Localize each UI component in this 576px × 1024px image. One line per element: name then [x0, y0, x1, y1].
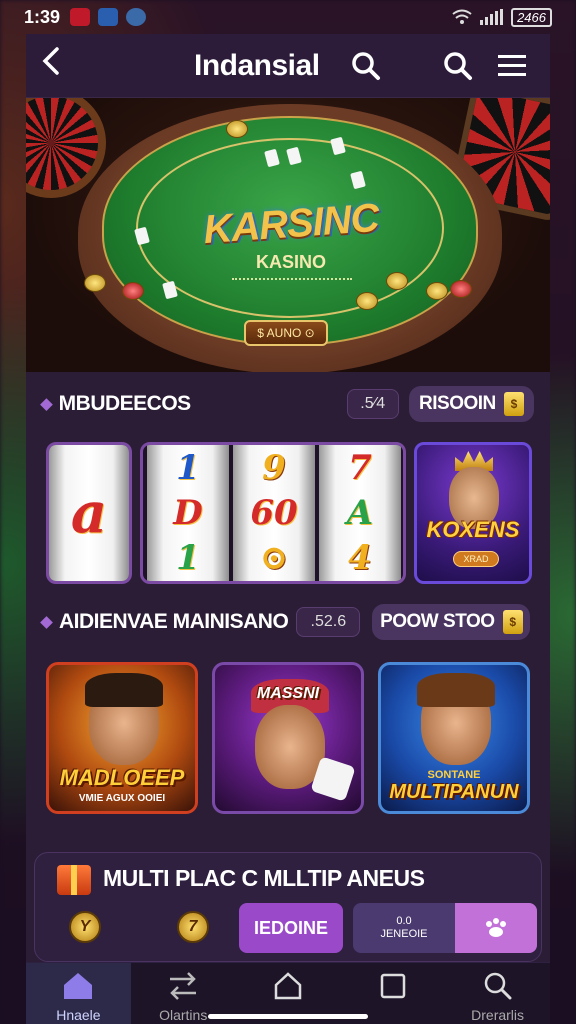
- kings-game-card[interactable]: KOXENS XRAD: [414, 442, 532, 584]
- diamond-bullet-icon: [40, 615, 53, 629]
- diamond-bullet-icon: [40, 397, 53, 411]
- section-header-1: MBUDEECOS .5⁄4 RISOOIN $: [26, 372, 550, 436]
- battery-indicator: 2466: [511, 7, 552, 27]
- chip-icon: [426, 282, 448, 300]
- reel-symbol: 9: [262, 447, 286, 488]
- slot-reel: a: [49, 445, 129, 581]
- chip-icon: [356, 292, 378, 310]
- chip-icon: [226, 120, 248, 138]
- coin-badge-icon: $: [503, 392, 524, 416]
- reel-symbol: a: [70, 480, 108, 546]
- menu-icon[interactable]: [492, 46, 532, 86]
- chip-icon: [450, 280, 472, 298]
- notification-app-icon-round: [126, 8, 147, 26]
- coin-icon[interactable]: Y: [69, 911, 101, 943]
- section-action-button[interactable]: POOW STOO $: [372, 604, 531, 640]
- segment-value: 0.0: [396, 914, 412, 927]
- game-card[interactable]: MASSNI: [212, 662, 364, 814]
- slots-row: a 1 D 1 9 60 ⊙ 7 A 4 KOXENS XRAD: [26, 436, 550, 586]
- nav-item-search[interactable]: Drerarlis: [445, 963, 550, 1024]
- paw-icon[interactable]: [455, 903, 537, 953]
- game-title: MASSNI: [256, 685, 320, 702]
- top-app-bar: Indansial: [26, 34, 550, 98]
- chip-icon: [386, 272, 408, 290]
- segment-label: JENEOIE: [380, 928, 428, 940]
- square-icon: [380, 973, 406, 999]
- reel-symbol: 1: [176, 447, 200, 488]
- primary-action-button[interactable]: IEDOINE: [239, 903, 343, 953]
- search-icon: [484, 972, 512, 1000]
- game-title: MADLOEEP: [59, 765, 185, 790]
- segmented-control[interactable]: 0.0 JENEOIE: [353, 903, 537, 953]
- wifi-icon: [452, 9, 472, 24]
- hero-banner[interactable]: KARSINC KASINO $ AUNO ⊙: [26, 98, 550, 372]
- reel-symbol: 4: [348, 538, 372, 579]
- notification-app-icon-red: [70, 8, 91, 26]
- reel-symbol: A: [346, 492, 374, 533]
- status-right: 2466: [452, 7, 552, 27]
- nav-label: Hnaele: [56, 1007, 101, 1023]
- status-time: 1:39: [24, 6, 61, 27]
- nav-label: Olartins: [159, 1007, 208, 1023]
- game-title: MULTIPANUN: [389, 781, 519, 803]
- hero-play-button[interactable]: $ AUNO ⊙: [244, 320, 328, 346]
- character-hair: [85, 673, 163, 707]
- reel-symbol: ⊙: [259, 538, 289, 579]
- chip-icon: [84, 274, 106, 292]
- section-header-2: AIDIENVAE MAINISANO .52.6 POOW STOO $: [26, 590, 550, 654]
- section-action-button[interactable]: RISOOIN $: [408, 386, 534, 422]
- nav-label: Drerarlis: [471, 1007, 525, 1023]
- signal-icon: [480, 9, 504, 25]
- game-subtitle: SONTANE: [427, 769, 481, 781]
- reel-symbol: 1: [176, 538, 200, 579]
- slot-reel: 9 60 ⊙: [233, 445, 315, 581]
- slot-game-card[interactable]: a: [46, 442, 132, 584]
- multiplayer-panel: MULTI PLAC C MLLTIP ANEUS Y 7 IEDOINE 0.…: [34, 852, 542, 962]
- section-action-label: RISOOIN: [419, 393, 496, 414]
- search-icon[interactable]: [346, 46, 386, 86]
- slot-reel: 1 D 1: [147, 445, 229, 581]
- segment-option[interactable]: 0.0 JENEOIE: [353, 903, 455, 953]
- home-icon: [64, 973, 93, 999]
- section-title: MBUDEECOS: [58, 392, 192, 415]
- section-title: AIDIENVAE MAINISANO: [59, 610, 289, 633]
- character-hair: [417, 673, 495, 707]
- coin-icon[interactable]: 7: [177, 911, 209, 943]
- status-bar: 1:39 2466: [0, 0, 576, 34]
- home-indicator[interactable]: [208, 1014, 368, 1019]
- hero-logo-tagline: [232, 278, 352, 284]
- section-value-badge: .52.6: [296, 607, 361, 637]
- swap-icon: [170, 972, 197, 1000]
- chip-icon: [122, 282, 144, 300]
- game-play-button[interactable]: XRAD: [453, 551, 499, 567]
- nav-item-home[interactable]: Hnaele: [26, 963, 131, 1024]
- game-title: KOXENS: [426, 517, 520, 542]
- slot-machine-card[interactable]: 1 D 1 9 60 ⊙ 7 A 4: [140, 442, 406, 584]
- reel-symbol: 60: [250, 492, 298, 533]
- games-row: MADLOEEP VMIE AGUX OOIEI MASSNI SONTANE …: [26, 654, 550, 814]
- chevron-left-icon[interactable]: [40, 46, 74, 85]
- reel-symbol: 7: [348, 447, 372, 488]
- notification-app-icon-blue: [98, 8, 119, 26]
- panel-title: MULTI PLAC C MLLTIP ANEUS: [103, 865, 425, 891]
- app-window: Indansial KARSINC KASINO $ AUNO ⊙ MBUDEE…: [26, 34, 550, 1024]
- game-card[interactable]: MADLOEEP VMIE AGUX OOIEI: [46, 662, 198, 814]
- hero-logo-subtitle: KASINO: [255, 252, 326, 272]
- slot-reel: 7 A 4: [319, 445, 401, 581]
- section-value-badge: .5⁄4: [346, 389, 399, 419]
- game-subtitle: VMIE AGUX OOIEI: [78, 793, 166, 804]
- page-title: Indansial: [194, 48, 320, 82]
- game-card[interactable]: SONTANE MULTIPANUN: [378, 662, 530, 814]
- reel-symbol: D: [173, 492, 203, 533]
- gift-icon: [57, 865, 91, 895]
- coin-badge-icon: $: [502, 610, 523, 634]
- search-icon[interactable]: [438, 46, 478, 86]
- home-outline-icon: [274, 972, 302, 1000]
- section-action-label: POOW STOO: [380, 611, 495, 632]
